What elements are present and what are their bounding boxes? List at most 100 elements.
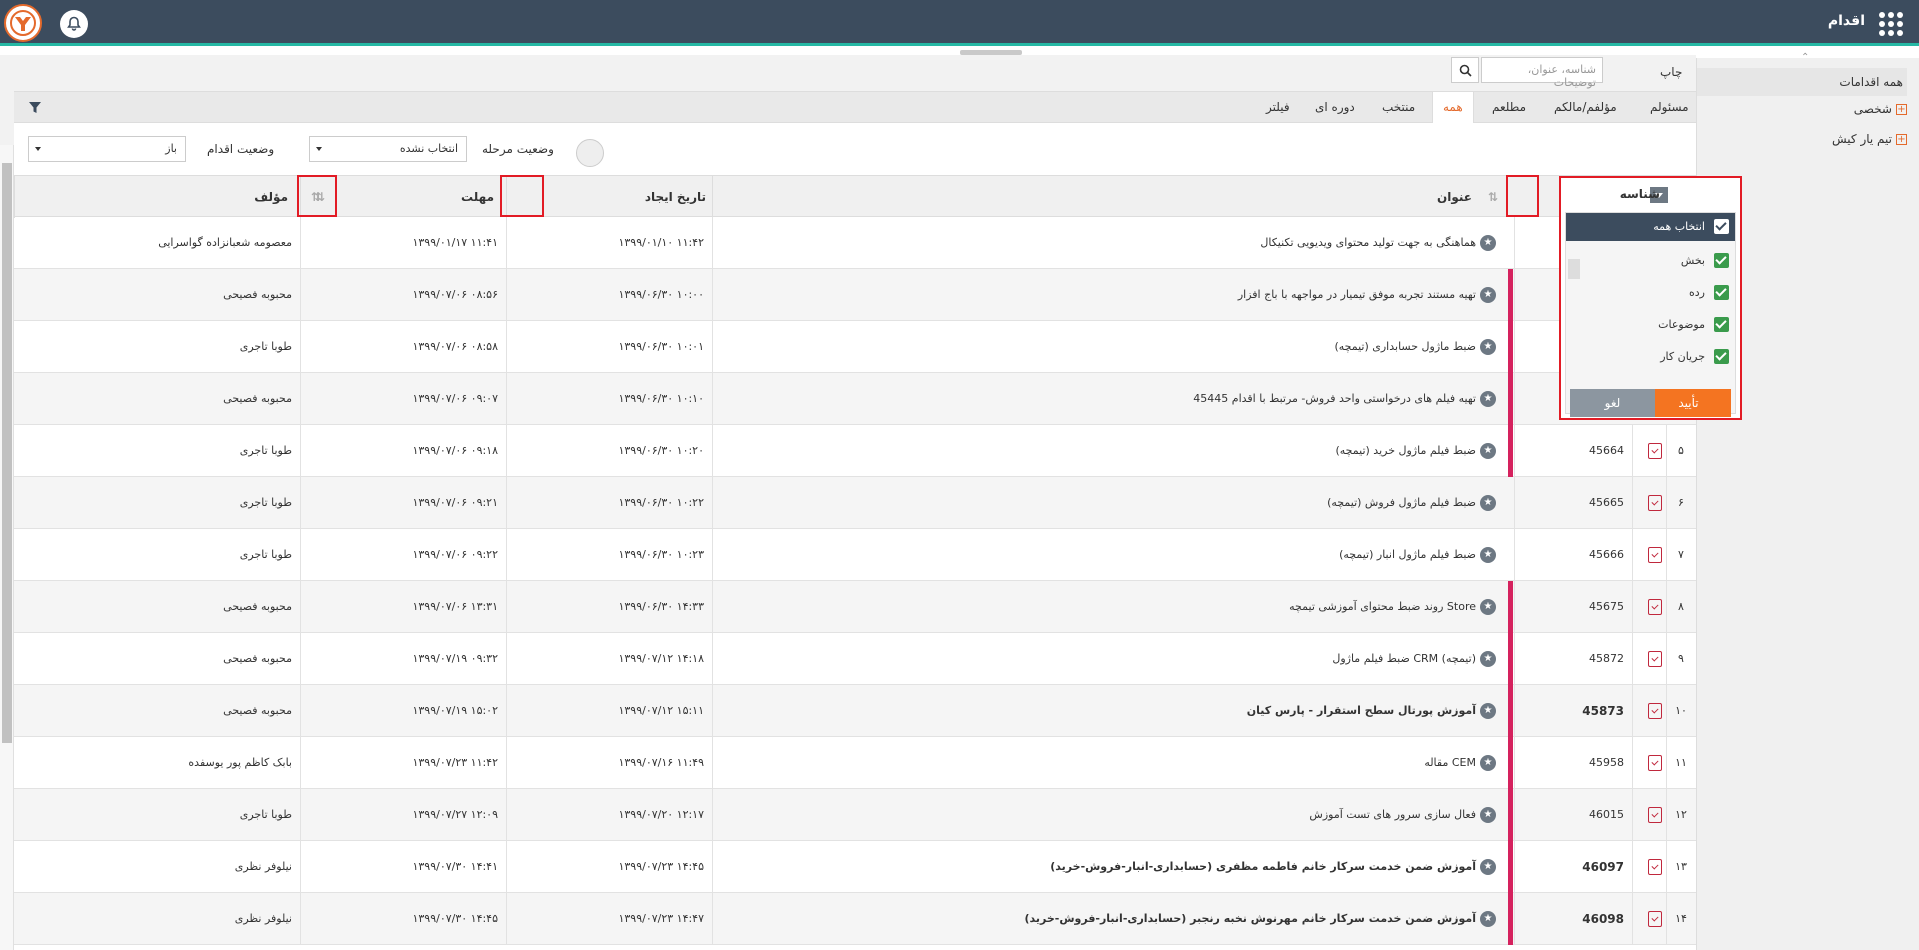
title-cell[interactable]: آموزش ضمن خدمت سرکار خانم مهرنوش نخبه رن… [712, 893, 1508, 945]
table-row[interactable]: طوبا تاجری ۱۳۹۹/۰۷/۰۶ ۰۹:۱۸ ۱۳۹۹/۰۶/۳۰ ۱۰:… [14, 425, 1696, 477]
star-icon[interactable]: ★ [1480, 703, 1496, 719]
cancel-button[interactable]: لغو [1570, 389, 1655, 417]
clipboard-check-icon[interactable] [1648, 443, 1662, 459]
table-row[interactable]: محبوبه فصیحی ۱۳۹۹/۰۷/۱۹ ۰۹:۳۲ ۱۳۹۹/۰۷/۱۲ ۱… [14, 633, 1696, 685]
table-row[interactable]: معصومه شعبانزاده گواسرایی ۱۳۹۹/۰۱/۱۷ ۱۱:۴… [14, 217, 1696, 269]
table-row[interactable]: طوبا تاجری ۱۳۹۹/۰۷/۰۶ ۰۸:۵۸ ۱۳۹۹/۰۶/۳۰ ۱۰:… [14, 321, 1696, 373]
tab-all[interactable]: همه [1432, 92, 1474, 123]
clipboard-check-icon[interactable] [1648, 547, 1662, 563]
clipboard-check-icon[interactable] [1648, 755, 1662, 771]
scrollbar-thumb[interactable] [1568, 259, 1580, 279]
sidebar-item-team[interactable]: + تیم یار کیش [1832, 128, 1907, 150]
clipboard-check-icon[interactable] [1648, 651, 1662, 667]
column-divider [1632, 581, 1633, 633]
title-cell[interactable]: مقاله CEM [712, 737, 1508, 789]
created-cell: ۱۳۹۹/۰۷/۱۲ ۱۵:۱۱ [618, 704, 704, 717]
table-row[interactable]: محبوبه فصیحی ۱۳۹۹/۰۷/۱۹ ۱۵:۰۲ ۱۳۹۹/۰۷/۱۲ ۱… [14, 685, 1696, 737]
title-cell[interactable]: تهیه فیلم های درخواستی واحد فروش- مرتبط … [712, 373, 1508, 425]
vertical-scrollbar[interactable] [0, 145, 14, 950]
star-icon[interactable]: ★ [1480, 235, 1496, 251]
title-cell[interactable]: ضبط فیلم ماژول فروش (تیمچه) [712, 477, 1508, 529]
print-button[interactable]: چاپ [1660, 65, 1682, 79]
header-title[interactable]: عنوان ⇅ [712, 176, 1518, 218]
title-cell[interactable]: آموزش ضمن خدمت سرکار خانم فاطمه مظفری (ح… [712, 841, 1508, 893]
title-cell[interactable]: ضبط فیلم ماژول CRM (تیمچه) [712, 633, 1508, 685]
column-checkbox[interactable] [1714, 349, 1729, 364]
clipboard-check-icon[interactable] [1648, 911, 1662, 927]
table-row[interactable]: نیلوفر نظری ۱۳۹۹/۰۷/۳۰ ۱۴:۴۱ ۱۳۹۹/۰۷/۲۳ ۱۴… [14, 841, 1696, 893]
expand-plus-icon[interactable]: + [1896, 133, 1907, 145]
stage-status-select[interactable]: انتخاب نشده [309, 136, 467, 162]
title-cell[interactable]: آموزش پورتال سطح استقرار - پارس کیان [712, 685, 1508, 737]
apps-grid-icon[interactable] [1879, 12, 1903, 36]
tab-periodic[interactable]: دوره ای [1305, 92, 1365, 123]
bell-icon[interactable] [60, 10, 88, 38]
expand-plus-icon[interactable]: + [1896, 103, 1907, 115]
title-cell[interactable]: ضبط ماژول حسابداری (تیمچه) [712, 321, 1508, 373]
column-picker-scrollbar[interactable] [1568, 247, 1580, 373]
table-row[interactable]: بابک کاظم پور یوسفده ۱۳۹۹/۰۷/۲۳ ۱۱:۴۲ ۱۳۹۹… [14, 737, 1696, 789]
star-icon[interactable]: ★ [1480, 495, 1496, 511]
table-row[interactable]: محبوبه فصیحی ۱۳۹۹/۰۷/۰۶ ۰۹:۰۷ ۱۳۹۹/۰۶/۳۰ ۱… [14, 373, 1696, 425]
column-option-label[interactable]: جریان کار [1660, 350, 1705, 363]
title-cell[interactable]: هماهنگی به جهت تولید محتوای ویدیویی تکنی… [712, 217, 1508, 269]
author-cell: طوبا تاجری [239, 340, 292, 353]
star-icon[interactable]: ★ [1480, 391, 1496, 407]
column-option-label[interactable]: رده [1689, 286, 1705, 299]
star-icon[interactable]: ★ [1480, 651, 1496, 667]
header-author[interactable]: مؤلف ⇅ [14, 176, 321, 218]
star-icon[interactable]: ★ [1480, 339, 1496, 355]
table-row[interactable]: محبوبه فصیحی ۱۳۹۹/۰۷/۰۶ ۰۸:۵۶ ۱۳۹۹/۰۶/۳۰ ۱… [14, 269, 1696, 321]
column-checkbox[interactable] [1714, 285, 1729, 300]
title-cell[interactable]: تهیه مستند تجربه موفق تیمیار در مواجهه ب… [712, 269, 1508, 321]
tab-responsible[interactable]: مسئولم [1640, 92, 1699, 123]
star-icon[interactable]: ★ [1480, 287, 1496, 303]
title-cell[interactable]: روند ضبط محتوای آموزشی تیمچه Store [712, 581, 1508, 633]
star-icon[interactable]: ★ [1480, 911, 1496, 927]
clipboard-check-icon[interactable] [1648, 703, 1662, 719]
title-cell[interactable]: ضبط فیلم ماژول خرید (تیمچه) [712, 425, 1508, 477]
tab-informed[interactable]: مطلعم [1482, 92, 1536, 123]
column-option-label[interactable]: موضوعات [1658, 318, 1705, 331]
clipboard-check-icon[interactable] [1648, 599, 1662, 615]
title-cell[interactable]: ضبط فیلم ماژول انبار (تیمچه) [712, 529, 1508, 581]
star-icon[interactable]: ★ [1480, 755, 1496, 771]
select-all-checkbox[interactable] [1714, 219, 1729, 234]
star-icon[interactable]: ★ [1480, 443, 1496, 459]
search-input[interactable]: شناسه، عنوان، توضیحات [1481, 57, 1603, 89]
tab-author-owner[interactable]: مؤلفم/مالکم [1544, 92, 1627, 123]
funnel-icon[interactable] [28, 101, 42, 117]
sidebar-item-personal[interactable]: + شخصی [1854, 98, 1907, 120]
tab-filter[interactable]: فیلتر [1256, 92, 1300, 123]
search-toolbar: چاپ شناسه، عنوان، توضیحات [0, 55, 1696, 89]
collapse-up-icon[interactable]: ⌃ [1801, 52, 1809, 63]
column-checkbox[interactable] [1714, 253, 1729, 268]
action-status-select[interactable]: باز [28, 136, 186, 162]
title-cell[interactable]: فعال سازی سرور های تست آموزش [712, 789, 1508, 841]
table-row[interactable]: محبوبه فصیحی ۱۳۹۹/۰۷/۰۶ ۱۳:۳۱ ۱۳۹۹/۰۶/۳۰ ۱… [14, 581, 1696, 633]
table-row[interactable]: طوبا تاجری ۱۳۹۹/۰۷/۰۶ ۰۹:۲۲ ۱۳۹۹/۰۶/۳۰ ۱۰:… [14, 529, 1696, 581]
table-row[interactable]: طوبا تاجری ۱۳۹۹/۰۷/۲۷ ۱۲:۰۹ ۱۳۹۹/۰۷/۲۰ ۱۲:… [14, 789, 1696, 841]
confirm-button[interactable]: تأیید [1646, 389, 1731, 417]
star-icon[interactable]: ★ [1480, 859, 1496, 875]
clipboard-check-icon[interactable] [1648, 495, 1662, 511]
tab-selected[interactable]: منتخب [1372, 92, 1425, 123]
clipboard-check-icon[interactable] [1648, 807, 1662, 823]
table-row[interactable]: طوبا تاجری ۱۳۹۹/۰۷/۰۶ ۰۹:۲۱ ۱۳۹۹/۰۶/۳۰ ۱۰:… [14, 477, 1696, 529]
star-icon[interactable]: ★ [1480, 547, 1496, 563]
select-all-row[interactable]: انتخاب همه [1566, 213, 1735, 241]
chevron-down-icon [35, 147, 41, 151]
column-checkbox[interactable] [1714, 317, 1729, 332]
sidebar-item-label: شخصی [1853, 102, 1892, 116]
column-option-label[interactable]: بخش [1681, 254, 1705, 267]
toggle-circle-button[interactable] [576, 139, 604, 167]
scrollbar-thumb[interactable] [2, 163, 12, 743]
sidebar-item-all-actions[interactable]: همه اقدامات [1697, 68, 1907, 96]
star-icon[interactable]: ★ [1480, 599, 1496, 615]
sort-icon[interactable]: ⇅ [1484, 190, 1498, 204]
priority-marker [1508, 789, 1513, 841]
search-icon[interactable] [1451, 57, 1479, 83]
clipboard-check-icon[interactable] [1648, 859, 1662, 875]
table-row[interactable]: نیلوفر نظری ۱۳۹۹/۰۷/۳۰ ۱۴:۴۵ ۱۳۹۹/۰۷/۲۳ ۱۴… [14, 893, 1696, 945]
star-icon[interactable]: ★ [1480, 807, 1496, 823]
